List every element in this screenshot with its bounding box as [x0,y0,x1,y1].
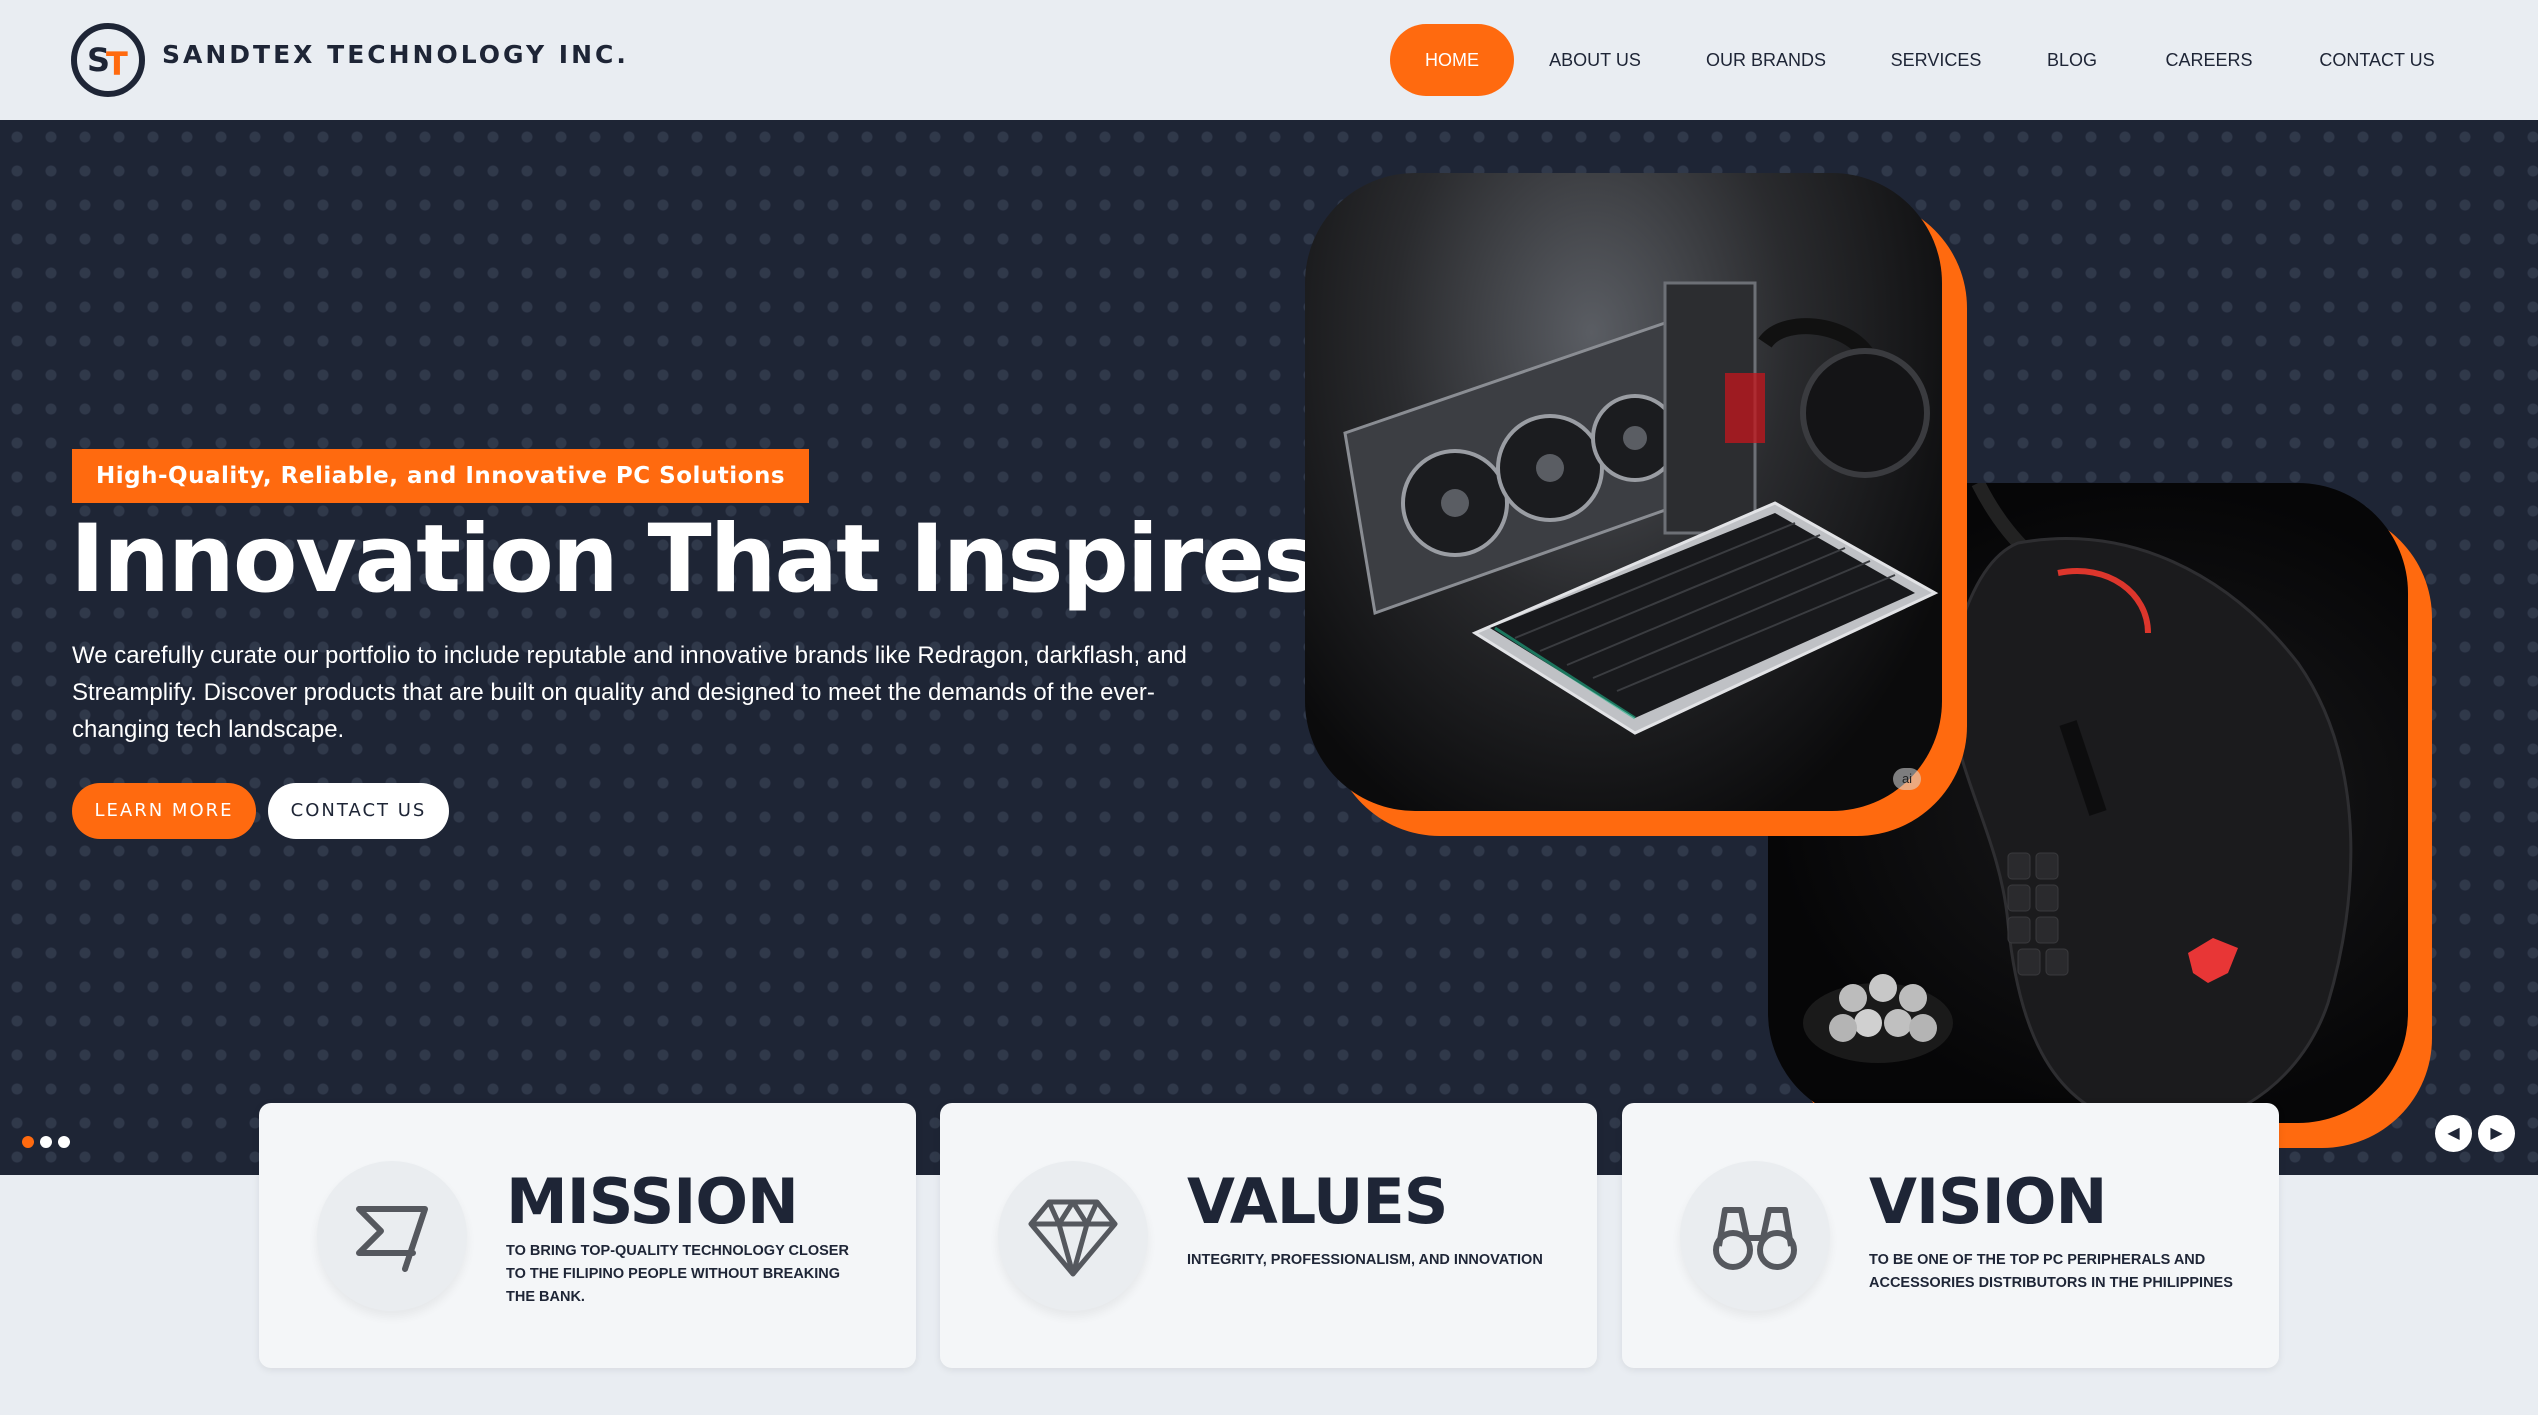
nav-blog[interactable]: BLOG [2040,24,2104,96]
hero-title: Innovation That Inspires [70,505,1319,614]
slider-next-arrow-icon[interactable]: ▶ [2478,1115,2515,1152]
nav-our-brands[interactable]: OUR BRANDS [1700,24,1832,96]
slider-dot-3[interactable] [58,1136,70,1148]
hero-section: High-Quality, Reliable, and Innovative P… [0,120,2538,1175]
nav-home[interactable]: HOME [1390,24,1514,96]
slider-arrows: ◀ ▶ [2435,1115,2515,1152]
diamond-icon [998,1161,1148,1311]
mission-card: MISSION TO BRING TOP-QUALITY TECHNOLOGY … [259,1103,916,1368]
mission-title: MISSION [506,1165,799,1238]
nav-services[interactable]: SERVICES [1885,24,1987,96]
values-card: VALUES INTEGRITY, PROFESSIONALISM, AND I… [940,1103,1597,1368]
vision-title: VISION [1869,1165,2107,1238]
slider-dot-2[interactable] [40,1136,52,1148]
hero-description: We carefully curate our portfolio to inc… [72,642,1187,743]
gpu-keyboard-illustration [1343,281,1939,735]
main-nav: HOME ABOUT US OUR BRANDS SERVICES BLOG C… [0,24,2538,96]
gpu-keyboard-image [1305,173,1942,811]
vision-card: VISION TO BE ONE OF THE TOP PC PERIPHERA… [1622,1103,2279,1368]
values-text: INTEGRITY, PROFESSIONALISM, AND INNOVATI… [1187,1252,1543,1268]
site-header: S T SANDTEX TECHNOLOGY INC. HOME ABOUT U… [0,0,2538,120]
vision-text: TO BE ONE OF THE TOP PC PERIPHERALS AND … [1869,1252,2233,1291]
nav-about-us[interactable]: ABOUT US [1540,24,1650,96]
slider-prev-arrow-icon[interactable]: ◀ [2435,1115,2472,1152]
ai-badge: ai [1893,768,1921,790]
slider-dot-1[interactable] [22,1136,34,1148]
mission-text: TO BRING TOP-QUALITY TECHNOLOGY CLOSER T… [506,1243,849,1305]
binoculars-icon [1680,1161,1830,1311]
values-title: VALUES [1187,1165,1448,1238]
contact-us-button[interactable]: CONTACT US [268,783,449,839]
nav-careers[interactable]: CAREERS [2160,24,2258,96]
slider-pagination [22,1136,70,1148]
hero-tagline: High-Quality, Reliable, and Innovative P… [72,449,810,503]
learn-more-button[interactable]: LEARN MORE [72,783,256,839]
flag-icon [317,1161,467,1311]
nav-contact-us[interactable]: CONTACT US [2312,24,2442,96]
